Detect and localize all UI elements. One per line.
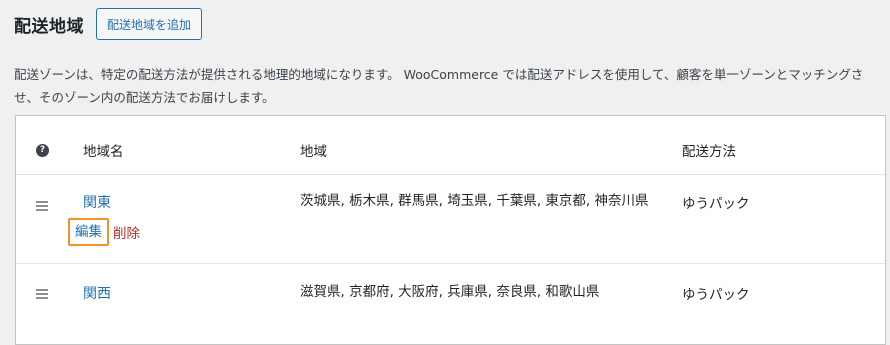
zone-regions: 滋賀県, 京都府, 大阪府, 兵庫県, 奈良県, 和歌山県	[300, 284, 600, 300]
shipping-zones-table: ? 地域名 地域 配送方法 関東 編集 削除 茨城県, 栃木県, 群馬県, 埼玉…	[15, 115, 886, 345]
page-title: 配送地域	[14, 16, 84, 37]
page-header: 配送地域 配送地域を追加	[14, 8, 203, 40]
table-row: 関西 滋賀県, 京都府, 大阪府, 兵庫県, 奈良県, 和歌山県 ゆうパック	[16, 263, 885, 343]
column-header-zone-name: 地域名	[83, 144, 124, 160]
zone-methods: ゆうパック	[682, 196, 750, 212]
add-shipping-zone-button[interactable]: 配送地域を追加	[96, 8, 203, 40]
zone-name-link[interactable]: 関西	[83, 283, 111, 303]
drag-handle-icon[interactable]	[36, 289, 48, 301]
zone-name-link[interactable]: 関東	[83, 192, 111, 212]
table-header: ? 地域名 地域 配送方法	[16, 116, 885, 175]
delete-link[interactable]: 削除	[113, 222, 140, 242]
column-header-methods: 配送方法	[682, 144, 736, 160]
zone-regions: 茨城県, 栃木県, 群馬県, 埼玉県, 千葉県, 東京都, 神奈川県	[300, 193, 649, 209]
zones-description: 配送ゾーンは、特定の配送方法が提供される地理的地域になります。 WooComme…	[14, 67, 864, 105]
column-header-region: 地域	[300, 144, 327, 160]
help-icon[interactable]: ?	[36, 144, 49, 157]
drag-handle-icon[interactable]	[36, 201, 48, 213]
zone-methods: ゆうパック	[682, 287, 750, 303]
row-actions: 編集 削除	[68, 218, 140, 246]
edit-link[interactable]: 編集	[68, 218, 109, 246]
table-row: 関東 編集 削除 茨城県, 栃木県, 群馬県, 埼玉県, 千葉県, 東京都, 神…	[16, 174, 885, 264]
